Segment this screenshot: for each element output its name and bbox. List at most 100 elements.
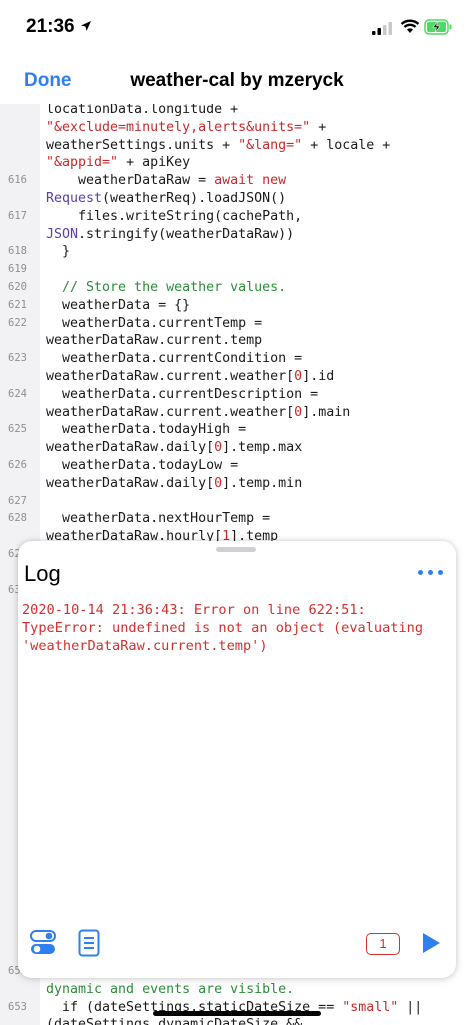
code-token: (weatherReq).loadJSON() — [102, 191, 287, 206]
code-text: "&exclude=minutely,alerts&units=" + — [46, 119, 326, 136]
line-number: 622 — [8, 316, 27, 329]
battery-charging-icon — [424, 19, 452, 35]
line-number: 624 — [8, 387, 27, 400]
code-line: "&appid=" + apiKey — [0, 154, 474, 171]
code-text: weatherDataRaw.current.temp — [46, 332, 262, 349]
code-line: 616 weatherDataRaw = await new — [0, 172, 474, 189]
code-line: 623 weatherData.currentCondition = — [0, 350, 474, 367]
code-text: "&appid=" + apiKey — [46, 154, 190, 171]
line-number: 623 — [8, 352, 27, 365]
code-text: weatherData.currentCondition = — [46, 350, 302, 367]
line-number: 653 — [8, 1000, 27, 1013]
code-token: // Store the weather values. — [46, 280, 287, 295]
sheet-grabber[interactable] — [216, 547, 256, 552]
code-text: weatherData.todayHigh = — [46, 421, 246, 438]
code-token: weatherDataRaw.current.weather[ — [46, 369, 295, 384]
code-token: + — [310, 119, 327, 135]
code-text: weatherDataRaw.current.weather[0].main — [46, 404, 350, 421]
play-icon[interactable] — [421, 932, 441, 954]
code-line: (dateSettings.dynamicDateSize && — [0, 1016, 474, 1025]
code-token: ].temp.max — [222, 440, 303, 456]
code-text: weatherData.nextHourTemp = — [46, 510, 270, 527]
code-text: weatherData = {} — [46, 297, 190, 314]
nav-bar: weather-cal by mzeryck Done — [0, 56, 474, 104]
code-token: "&lang=" — [238, 137, 303, 153]
code-line: weatherDataRaw.daily[0].temp.max — [0, 439, 474, 456]
code-line: 628 weatherData.nextHourTemp = — [0, 510, 474, 527]
wifi-icon — [400, 19, 420, 33]
code-text: Request(weatherReq).loadJSON() — [46, 190, 286, 207]
line-number: 626 — [8, 459, 27, 471]
code-text: weatherDataRaw.daily[0].temp.min — [46, 475, 302, 492]
code-line: 625 weatherData.todayHigh = — [0, 421, 474, 438]
line-number: 616 — [8, 174, 27, 187]
code-token: + locale + — [302, 137, 391, 153]
code-line: 626 weatherData.todayLow = — [0, 457, 474, 474]
code-text: weatherData.currentTemp = — [46, 315, 262, 332]
code-text: weatherSettings.units + "&lang=" + local… — [46, 137, 390, 154]
line-number: 618 — [8, 245, 27, 258]
code-token: locationData.longitude + — [46, 104, 239, 117]
code-line: 621 weatherData = {} — [0, 297, 474, 314]
status-bar: 21:36 — [0, 0, 474, 56]
code-line: 624 weatherData.currentDescription = — [0, 386, 474, 403]
code-text: weatherData.todayLow = — [46, 457, 238, 474]
line-number: 628 — [8, 512, 27, 525]
code-token: 0 — [214, 475, 223, 491]
code-token: weatherSettings.units + — [46, 137, 239, 153]
line-number: 627 — [8, 494, 27, 507]
code-token: weatherData.currentTemp = — [46, 315, 263, 331]
code-text: // Store the weather values. — [46, 279, 286, 296]
code-line: 620 // Store the weather values. — [0, 279, 474, 296]
log-title: Log — [24, 561, 61, 586]
code-token: } — [46, 244, 71, 260]
line-number: 619 — [8, 263, 27, 276]
code-line: 618 } — [0, 243, 474, 260]
code-token: files.writeString(cachePath, — [46, 208, 303, 224]
code-line: dynamic and events are visible. — [0, 981, 474, 998]
code-line: weatherDataRaw.current.weather[0].main — [0, 404, 474, 421]
code-line: 619 — [0, 261, 474, 278]
code-text: weatherDataRaw.current.weather[0].id — [46, 368, 334, 385]
code-token: 0 — [294, 404, 303, 420]
code-token: weatherData.todayLow = — [46, 458, 239, 473]
code-line: weatherSettings.units + "&lang=" + local… — [0, 137, 474, 154]
home-indicator — [153, 1011, 321, 1016]
code-token: "small" — [342, 999, 399, 1015]
done-button[interactable]: Done — [24, 70, 72, 92]
code-token: weatherData.currentCondition = — [46, 351, 303, 367]
code-line: 627 — [0, 493, 474, 510]
line-number: 621 — [8, 298, 27, 311]
code-text: weatherData.currentDescription = — [46, 386, 318, 403]
error-count-badge[interactable]: 1 — [366, 933, 400, 955]
code-line: 617 files.writeString(cachePath, — [0, 208, 474, 225]
code-token: || — [398, 999, 423, 1015]
code-text: weatherDataRaw = await new — [46, 172, 286, 189]
code-text: files.writeString(cachePath, — [46, 208, 302, 225]
code-token: 0 — [214, 440, 223, 456]
code-token: weatherDataRaw = — [46, 173, 215, 189]
code-token: weatherData.nextHourTemp = — [46, 511, 271, 527]
code-token: await new — [214, 173, 287, 189]
code-token: ].main — [302, 404, 351, 420]
log-panel[interactable]: Log 2020-10-14 21:36:43: Error on line 6… — [18, 541, 456, 978]
code-text: } — [46, 243, 70, 260]
code-text: (dateSettings.dynamicDateSize && — [46, 1016, 302, 1025]
code-line: 622 weatherData.currentTemp = — [0, 315, 474, 332]
code-token: Request — [46, 191, 103, 206]
code-token: weatherData.currentDescription = — [46, 386, 319, 402]
more-icon[interactable] — [416, 565, 446, 581]
code-line: "&exclude=minutely,alerts&units=" + — [0, 119, 474, 136]
document-icon[interactable] — [78, 929, 100, 957]
log-error-entry: 2020-10-14 21:36:43: Error on line 622:5… — [22, 602, 424, 654]
code-token: (dateSettings.dynamicDateSize && — [46, 1017, 303, 1025]
code-token: weatherDataRaw.daily[ — [46, 440, 215, 456]
code-line: weatherDataRaw.current.temp — [0, 332, 474, 349]
toggle-settings-icon[interactable] — [30, 929, 56, 957]
code-token: "&exclude=minutely,alerts&units=" — [46, 119, 311, 135]
code-line: locationData.longitude + — [0, 104, 474, 118]
code-token: weatherDataRaw.current.temp — [46, 333, 263, 349]
code-token: weatherData.todayHigh = — [46, 422, 247, 438]
status-time: 21:36 — [26, 16, 75, 37]
code-line: Request(weatherReq).loadJSON() — [0, 190, 474, 207]
